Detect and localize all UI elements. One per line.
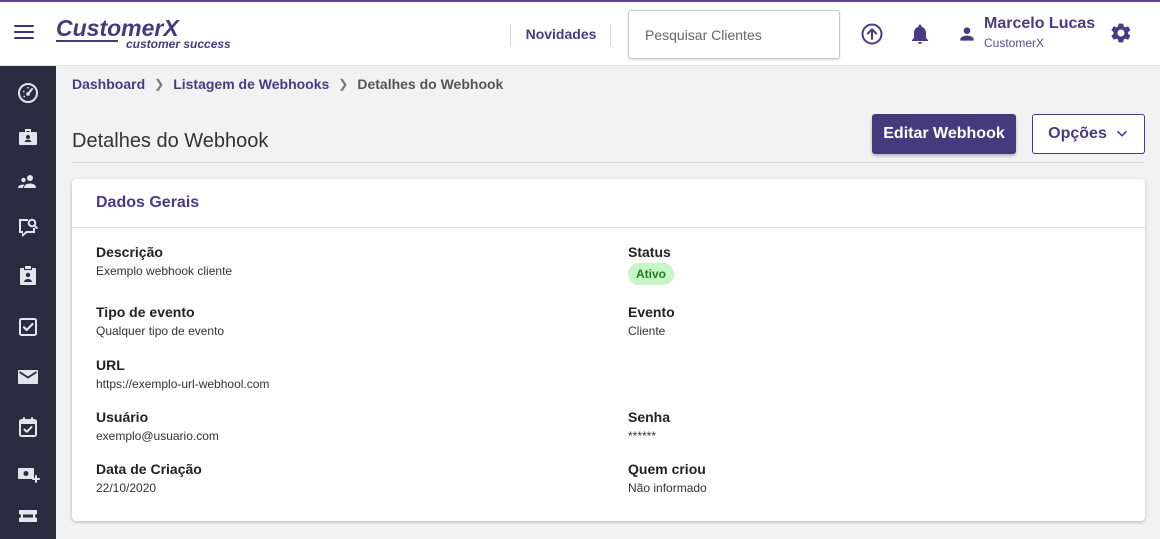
calendar-check-icon[interactable] xyxy=(16,415,40,439)
breadcrumb-webhooks-list[interactable]: Listagem de Webhooks xyxy=(173,76,329,92)
chevron-down-icon xyxy=(1117,130,1127,137)
field-value: https://exemplo-url-webhool.com xyxy=(96,377,270,391)
user-icon[interactable] xyxy=(957,23,977,45)
upload-icon[interactable] xyxy=(860,22,884,46)
field-value: Exemplo webhook cliente xyxy=(96,264,233,278)
field-label: Evento xyxy=(628,304,675,320)
checkbox-icon[interactable] xyxy=(16,315,40,339)
field-label: Status xyxy=(628,244,671,260)
top-header: CustomerX customer success Novidades Mar… xyxy=(0,2,1160,66)
field-status: Status Ativo xyxy=(628,244,674,285)
field-label: Tipo de evento xyxy=(96,304,195,320)
field-value: exemplo@usuario.com xyxy=(96,429,219,443)
gear-icon[interactable] xyxy=(1109,21,1133,45)
chevron-right-icon: ❯ xyxy=(154,77,165,91)
breadcrumb-dashboard[interactable]: Dashboard xyxy=(72,76,145,92)
field-value: Não informado xyxy=(628,481,707,495)
customerx-logo[interactable]: CustomerX customer success xyxy=(56,14,246,54)
field-creation-date: Data de Criação 22/10/2020 xyxy=(96,461,202,495)
money-add-icon[interactable] xyxy=(16,462,40,486)
field-event: Evento Cliente xyxy=(628,304,675,338)
user-organization: CustomerX xyxy=(984,36,1045,50)
field-label: Senha xyxy=(628,409,671,425)
edit-webhook-button[interactable]: Editar Webhook xyxy=(872,114,1016,154)
field-label: Descrição xyxy=(96,244,163,260)
breadcrumb: Dashboard ❯ Listagem de Webhooks ❯ Detal… xyxy=(72,74,503,94)
bell-icon[interactable] xyxy=(908,22,932,46)
field-label: Quem criou xyxy=(628,461,706,477)
field-value: ****** xyxy=(628,429,657,443)
field-description: Descrição Exemplo webhook cliente xyxy=(96,244,232,278)
search-box[interactable] xyxy=(628,10,840,59)
field-password: Senha ****** xyxy=(628,409,670,443)
mail-icon[interactable] xyxy=(16,365,40,389)
svg-text:customer success: customer success xyxy=(126,37,231,51)
speedometer-icon[interactable] xyxy=(16,81,40,105)
field-value: Cliente xyxy=(628,324,666,338)
field-created-by: Quem criou Não informado xyxy=(628,461,707,495)
field-user: Usuário exemplo@usuario.com xyxy=(96,409,219,443)
ticket-icon[interactable] xyxy=(16,504,40,528)
novidades-link[interactable]: Novidades xyxy=(520,24,602,44)
menu-icon[interactable] xyxy=(14,25,34,41)
groups-icon[interactable] xyxy=(16,170,40,194)
field-label: Data de Criação xyxy=(96,461,202,477)
options-label: Opções xyxy=(1048,125,1107,142)
field-value: Qualquer tipo de evento xyxy=(96,324,225,338)
card-title: Dados Gerais xyxy=(96,194,200,211)
breadcrumb-current: Detalhes do Webhook xyxy=(357,76,504,92)
header-separator xyxy=(510,24,511,46)
briefcase-icon[interactable] xyxy=(16,125,40,149)
general-data-card: Dados Gerais Descrição Exemplo webhook c… xyxy=(72,179,1145,521)
title-divider xyxy=(72,162,1145,163)
chevron-right-icon: ❯ xyxy=(338,77,349,91)
field-value: 22/10/2020 xyxy=(96,481,157,495)
status-badge: Ativo xyxy=(628,263,674,285)
options-button[interactable]: Opções xyxy=(1032,114,1145,154)
search-input[interactable] xyxy=(629,11,839,58)
field-event-type: Tipo de evento Qualquer tipo de evento xyxy=(96,304,224,338)
card-divider xyxy=(72,227,1145,228)
clipboard-user-icon[interactable] xyxy=(16,264,40,288)
sidebar xyxy=(0,66,56,539)
field-url: URL https://exemplo-url-webhool.com xyxy=(96,357,269,391)
header-separator xyxy=(610,24,611,46)
field-label: Usuário xyxy=(96,409,149,425)
user-name[interactable]: Marcelo Lucas xyxy=(984,15,1095,33)
field-label: URL xyxy=(96,357,125,373)
page-title: Detalhes do Webhook xyxy=(72,130,269,152)
chat-search-icon[interactable] xyxy=(16,215,40,239)
